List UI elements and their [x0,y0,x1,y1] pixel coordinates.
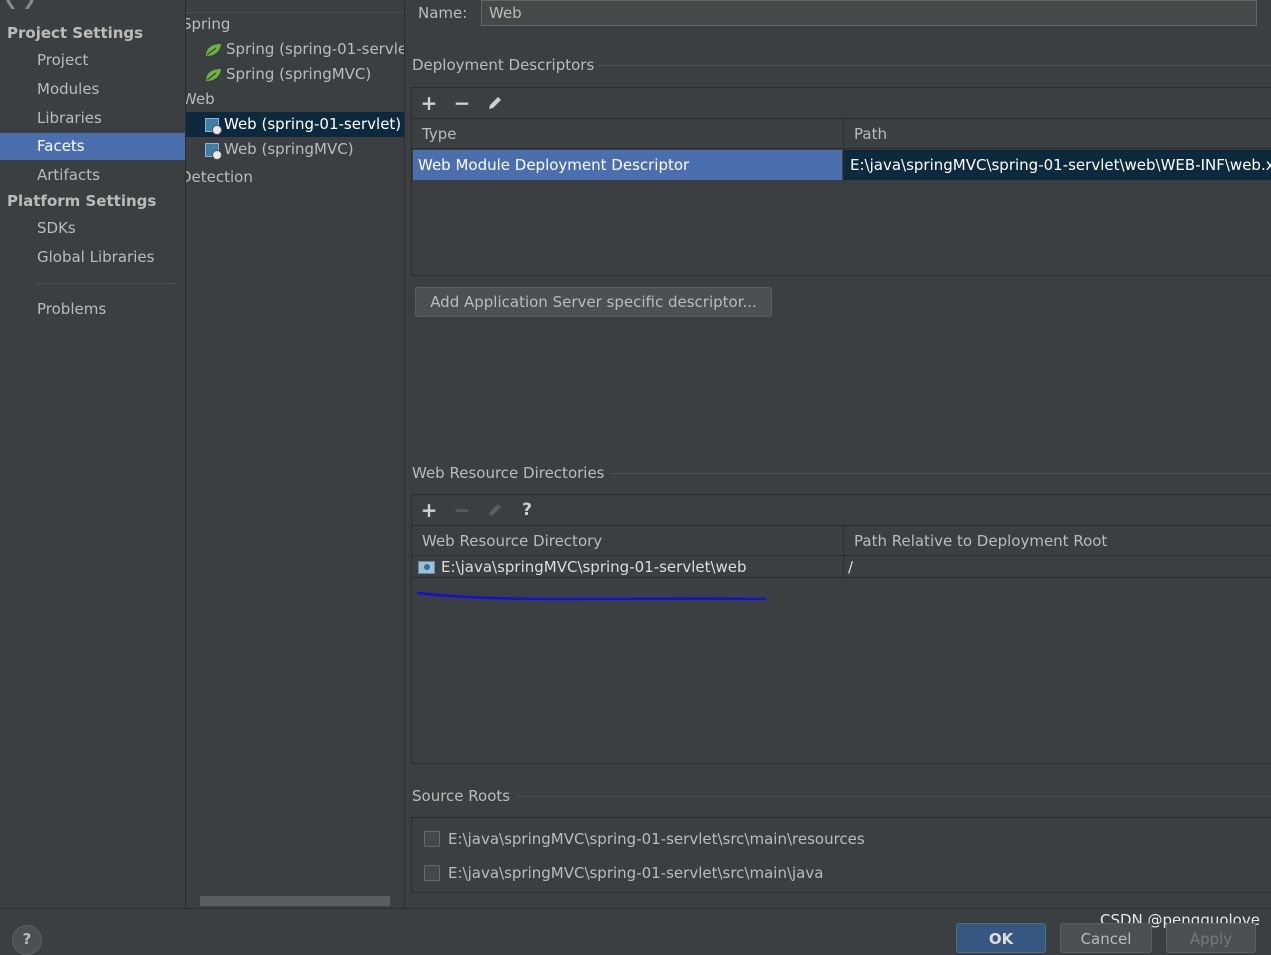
tree-item-label: Web (springMVC) [224,140,354,158]
back-icon[interactable]: ❮ ❯ [4,0,36,9]
relative-path-cell: / [848,558,854,576]
tree-item-label: Spring (spring-01-servlet) [226,40,405,58]
folder-web-icon [418,561,435,574]
column-header-type[interactable]: Type [412,119,844,149]
source-root-checkbox[interactable] [424,865,440,881]
tree-horizontal-scrollbar[interactable] [200,896,390,906]
nav-item-facets[interactable]: Facets [0,133,185,160]
web-resource-toolbar: + − ? [412,495,1271,526]
column-header-directory[interactable]: Web Resource Directory [412,526,844,556]
section-divider [518,796,1271,797]
table-row[interactable]: E:\java\springMVC\spring-01-servlet\web … [412,557,1271,578]
project-settings-heading: Project Settings [7,24,144,42]
nav-item-modules[interactable]: Modules [0,76,185,103]
table-row[interactable]: Web Module Deployment Descriptor E:\java… [412,150,1271,181]
tree-item-web-servlet[interactable]: Web (spring-01-servlet) [186,112,404,137]
dialog-footer: ? CSDN @pengguolove OK Cancel Apply [0,908,1271,955]
name-input[interactable]: Web [481,0,1257,26]
tree-item-label: Web (spring-01-servlet) [224,115,402,133]
tree-group-spring[interactable]: Spring [186,15,230,33]
web-resource-directories-title: Web Resource Directories [412,464,605,482]
nav-item-global-libraries[interactable]: Global Libraries [0,244,185,271]
resource-directory-cell: E:\java\springMVC\spring-01-servlet\web [418,557,842,577]
tree-item-spring-mvc[interactable]: Spring (springMVC) [204,62,371,87]
source-roots-title: Source Roots [412,787,511,805]
source-root-path: E:\java\springMVC\spring-01-servlet\src\… [448,830,865,848]
facet-tree: Spring Spring (spring-01-servlet) Spring… [186,0,405,908]
edit-icon [484,499,506,521]
deployment-descriptors-title: Deployment Descriptors [412,56,595,74]
column-header-path[interactable]: Path [844,119,1271,149]
section-divider [610,473,1271,474]
tree-group-web[interactable]: Web [186,90,215,108]
cancel-button[interactable]: Cancel [1060,923,1152,953]
edit-icon[interactable] [484,92,506,114]
help-button[interactable]: ? [12,925,42,955]
deployment-toolbar: + − [412,88,1271,119]
tree-header [186,0,404,13]
nav-divider [37,283,175,284]
nav-item-problems[interactable]: Problems [0,296,185,323]
remove-icon[interactable]: − [451,92,473,114]
deployment-descriptors-table: + − Type Path Web Module Deployment Desc… [411,87,1271,276]
web-module-icon [205,142,222,160]
source-root-path: E:\java\springMVC\spring-01-servlet\src\… [448,864,824,882]
platform-settings-heading: Platform Settings [7,192,157,210]
add-server-descriptor-button[interactable]: Add Application Server specific descript… [415,287,772,317]
name-label: Name: [418,4,468,22]
source-roots-list: E:\java\springMVC\spring-01-servlet\src\… [411,817,1271,893]
tree-item-spring-servlet[interactable]: Spring (spring-01-servlet) [204,37,405,62]
tree-item-web-mvc[interactable]: Web (springMVC) [205,137,354,162]
blue-annotation-underline [416,591,767,601]
nav-item-sdks[interactable]: SDKs [0,215,185,242]
descriptor-type-cell: Web Module Deployment Descriptor [413,150,842,180]
column-header-relative-path[interactable]: Path Relative to Deployment Root [844,526,1271,556]
web-module-icon [205,117,222,135]
spring-leaf-icon [206,43,221,56]
help-icon[interactable]: ? [516,499,538,521]
settings-nav: ❮ ❯ Project Settings Project Modules Lib… [0,0,186,908]
add-icon[interactable]: + [418,499,440,521]
spring-leaf-icon [206,68,221,81]
apply-button[interactable]: Apply [1166,923,1256,953]
web-resource-table: + − ? Web Resource Directory Path Relati… [411,494,1271,764]
ok-button[interactable]: OK [956,923,1046,953]
tree-item-detection[interactable]: Detection [186,168,253,186]
nav-item-libraries[interactable]: Libraries [0,105,185,132]
tree-item-label: Spring (springMVC) [226,65,372,83]
source-root-checkbox[interactable] [424,831,440,847]
nav-item-project[interactable]: Project [0,47,185,74]
resource-directory-path: E:\java\springMVC\spring-01-servlet\web [441,558,747,576]
descriptor-path-cell: E:\java\springMVC\spring-01-servlet\web\… [844,150,1271,180]
nav-item-artifacts[interactable]: Artifacts [0,162,185,189]
remove-icon: − [453,498,471,522]
section-divider [598,65,1271,66]
add-icon[interactable]: + [418,92,440,114]
